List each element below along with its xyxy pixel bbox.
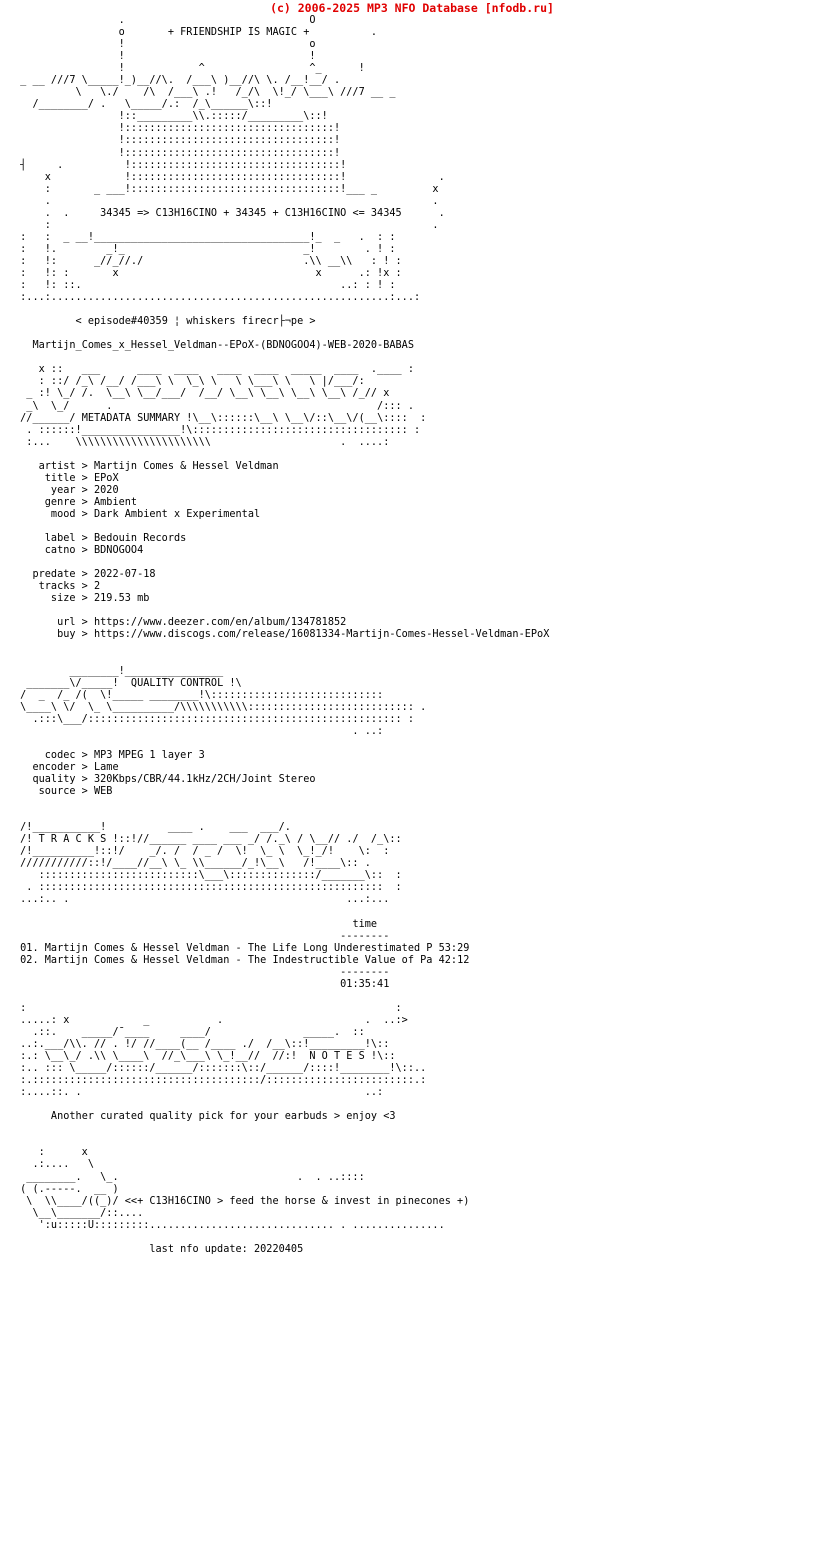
meta-value-genre: Ambient (94, 496, 138, 508)
notes-banner-block: : : .....: x _ . . ..:> .::. _____/¯____… (20, 1002, 427, 1099)
notes-text: Another curated quality pick for your ea… (50, 1111, 396, 1123)
meta-value-tracks: 2 (94, 581, 101, 593)
quality-banner-block: ________!________________ _______\/_____… (20, 665, 427, 737)
meta-value-title: EPoX (94, 472, 119, 484)
track-row-2-title: Martijn Comes & Hessel Veldman - The Ind… (44, 954, 433, 966)
release-name: Martijn_Comes_x_Hessel_Veldman--EPoX-(BD… (32, 340, 414, 352)
meta-value-year: 2020 (94, 484, 119, 496)
track-row-1-time: 53:29 (438, 942, 470, 954)
notes-text-block: Another curated quality pick for your ea… (14, 1099, 824, 1123)
meta-value-predate: 2022-07-18 (94, 569, 156, 581)
copyright-banner: (c) 2006-2025 MP3 NFO Database [nfodb.ru… (270, 1, 554, 15)
meta-value-size: 219.53 mb (94, 593, 150, 605)
footer-update-label: last nfo update: (149, 1243, 248, 1255)
footer-slogan: <<+ C13H16CINO > feed the horse & invest… (124, 1195, 470, 1207)
tracks-banner-block: /!___________! ____ . ___ ___/. /! T R A… (20, 822, 402, 906)
tracklist-block: time -------- 01. Martijn Comes & Hessel… (14, 906, 824, 990)
meta-value-label: Bedouin Records (94, 533, 187, 545)
metadata-banner-label: METADATA SUMMARY (81, 412, 181, 424)
meta-value-artist: Martijn Comes & Hessel Veldman (94, 460, 279, 472)
tracks-banner-label: T R A C K S (38, 834, 107, 846)
meta-value-catno: BDNOGOO4 (94, 545, 144, 557)
metadata-fields-block: artist > Martijn Comes & Hessel Veldman … (32, 460, 550, 641)
tracklist-total-time: 01:35:41 (340, 978, 390, 990)
track-row-2-num: 02. (20, 954, 39, 966)
track-row-1-title: Martijn Comes & Hessel Veldman - The Lif… (44, 942, 433, 954)
nfo-ascii-body: . O o + FRIENDSHIP IS MAGIC + . ! o ! ! (0, 15, 824, 1256)
equation-line: 34345 => C13H16CINO + 34345 + C13H16CINO… (100, 207, 402, 219)
footer-update-value: 20220405 (254, 1243, 304, 1255)
quality-value-codec: MP3 MPEG 1 layer 3 (94, 749, 205, 761)
quality-value-source: WEB (94, 786, 113, 797)
footer-block: : x .:.... \ ________. \_. . . ..:::: ( … (20, 1147, 470, 1255)
track-row-1-num: 01. (20, 942, 39, 954)
quality-fields-block: codec > MP3 MPEG 1 layer 3 encoder > Lam… (32, 749, 316, 797)
quality-value-encoder: Lame (94, 761, 119, 773)
meta-value-url[interactable]: https://www.deezer.com/en/album/13478185… (94, 617, 346, 628)
tracklist-rule-bottom: -------- (340, 966, 390, 978)
meta-value-buy[interactable]: https://www.discogs.com/release/16081334… (94, 629, 549, 640)
header-art-block: . O o + FRIENDSHIP IS MAGIC + . ! o ! ! (20, 15, 445, 304)
quality-banner-label: QUALITY CONTROL (130, 677, 224, 689)
notes-banner-label: N O T E S (309, 1051, 365, 1063)
episode-line-block: < episode#40359 ¦ whiskers firecr├¬pe > … (14, 304, 824, 352)
tracklist-time-header: time (352, 918, 378, 930)
group-tagline: + FRIENDSHIP IS MAGIC + (167, 27, 310, 39)
metadata-banner-block: x :: ___ ____ ____ ____ ____ _____ ____ … (20, 364, 427, 448)
track-row-2-time: 42:12 (438, 954, 470, 966)
tracklist-rule-top: -------- (340, 930, 390, 942)
nfo-page: (c) 2006-2025 MP3 NFO Database [nfodb.ru… (0, 0, 824, 1548)
meta-value-mood: Dark Ambient x Experimental (94, 508, 261, 520)
quality-value-quality: 320Kbps/CBR/44.1kHz/2CH/Joint Stereo (94, 773, 316, 785)
episode-line: < episode#40359 ¦ whiskers firecr├¬pe > (75, 316, 316, 328)
